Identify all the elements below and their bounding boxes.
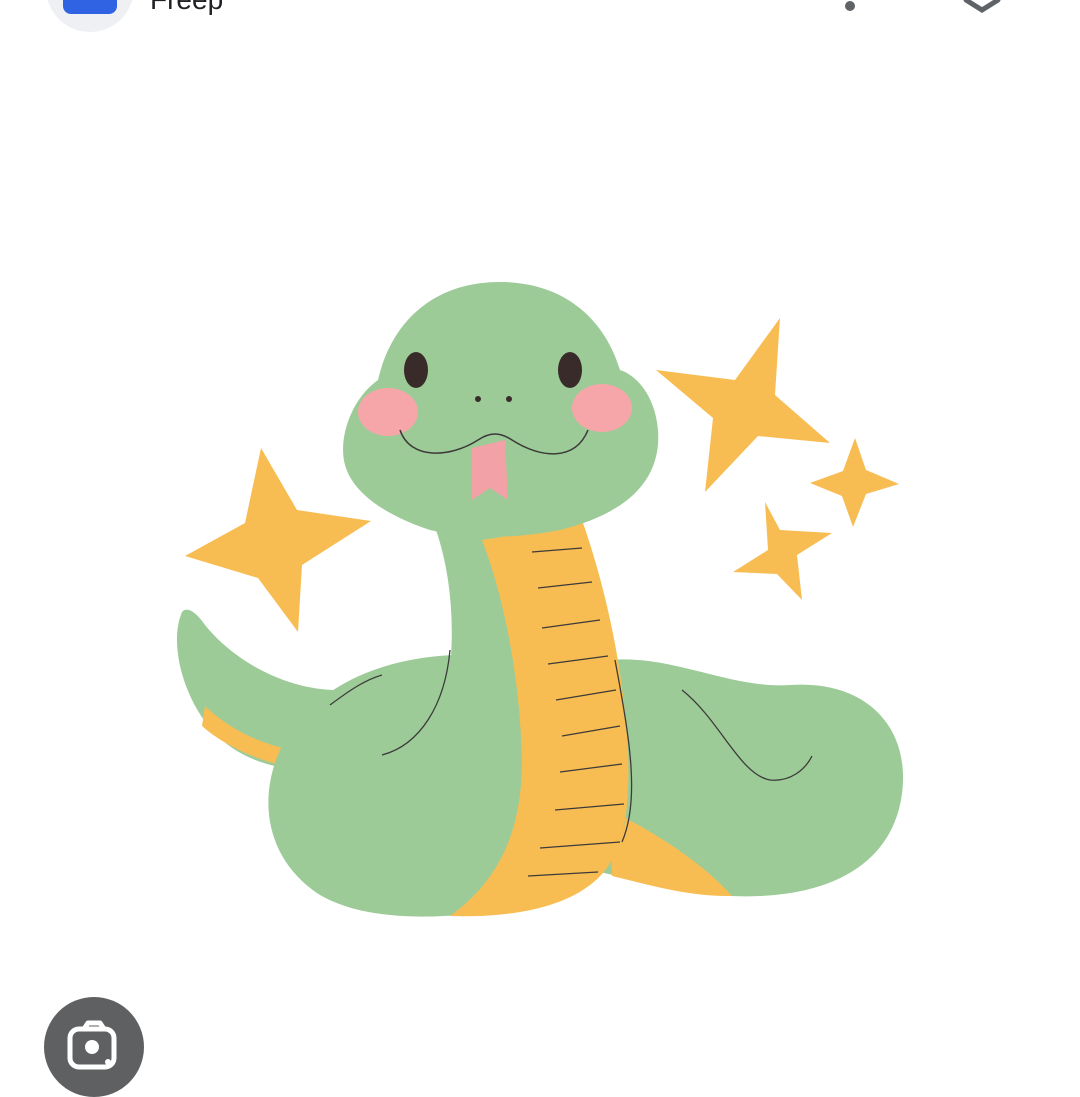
left-cheek (358, 388, 418, 436)
right-nostril (506, 396, 512, 402)
google-lens-icon (67, 1020, 117, 1070)
snake-illustration (176, 282, 904, 917)
google-lens-button[interactable] (44, 997, 144, 1097)
star-small-top (810, 438, 899, 527)
star-small-bottom (733, 502, 832, 600)
left-eye (404, 352, 428, 388)
right-cheek (572, 384, 632, 432)
left-nostril (475, 396, 481, 402)
star-large-right (656, 318, 830, 492)
right-eye (558, 352, 582, 388)
star-left (185, 448, 371, 632)
